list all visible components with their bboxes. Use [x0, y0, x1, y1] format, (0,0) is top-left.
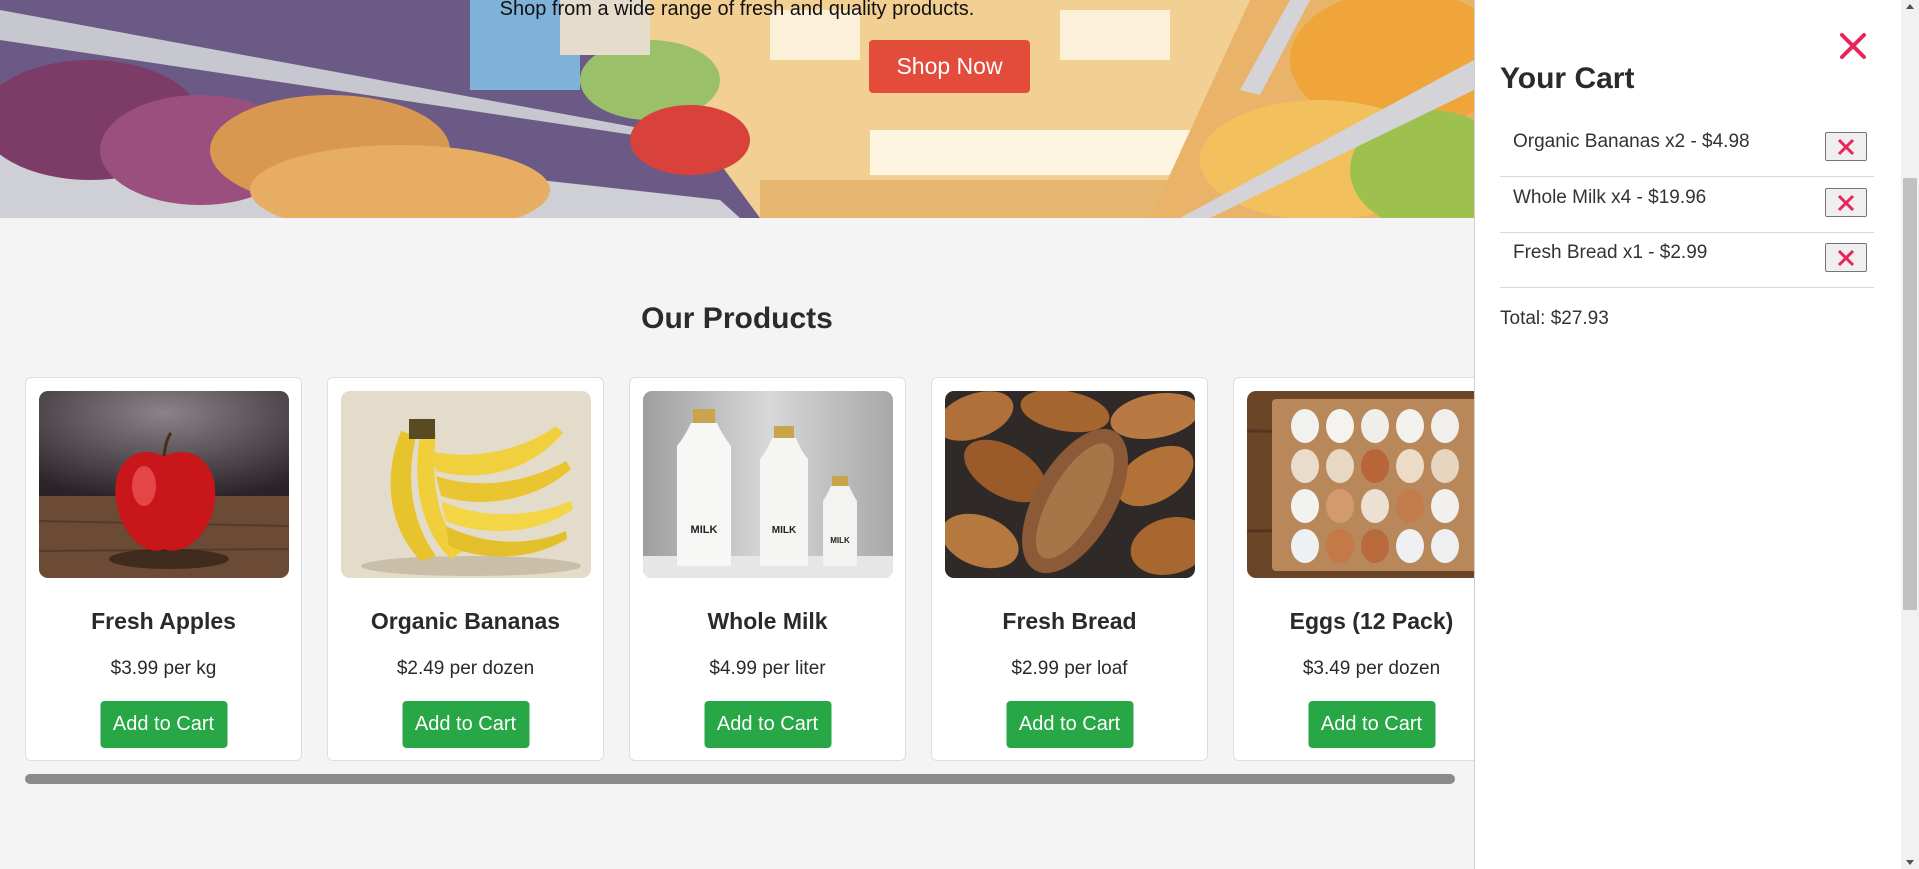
svg-text:MILK: MILK [691, 524, 718, 536]
cart-item: Fresh Bread x1 - $2.99 [1500, 232, 1874, 288]
add-to-cart-button[interactable]: Add to Cart [704, 701, 831, 748]
products-carousel[interactable]: Fresh Apples $3.99 per kg Add to Cart Or… [25, 377, 1474, 761]
hero-subtitle: Shop from a wide range of fresh and qual… [499, 0, 975, 20]
scroll-down-icon[interactable] [1906, 860, 1914, 865]
product-name: Eggs (12 Pack) [1289, 608, 1454, 634]
cart-item: Whole Milk x4 - $19.96 [1500, 177, 1874, 233]
product-name: Fresh Bread [1002, 608, 1137, 634]
product-card: Fresh Bread $2.99 per loaf Add to Cart [931, 377, 1208, 761]
product-price: $3.99 per kg [110, 658, 217, 679]
close-cart-button[interactable] [1833, 26, 1873, 66]
svg-text:MILK: MILK [830, 536, 850, 545]
remove-item-button[interactable] [1825, 188, 1867, 217]
product-price: $2.99 per loaf [1011, 658, 1128, 679]
remove-icon [1837, 249, 1855, 266]
products-section-title: Our Products [641, 302, 833, 335]
cart-title: Your Cart [1500, 62, 1635, 95]
milk-image: MILK MILK MILK [643, 391, 893, 578]
cart-item-label: Fresh Bread x1 - $2.99 [1513, 242, 1708, 263]
product-name: Organic Bananas [370, 608, 561, 634]
scroll-up-icon[interactable] [1906, 4, 1914, 9]
product-card: MILK MILK MILK Whole Milk $4.99 per lite… [629, 377, 906, 761]
add-to-cart-button[interactable]: Add to Cart [100, 701, 227, 748]
product-card: Eggs (12 Pack) $3.49 per dozen Add to Ca… [1233, 377, 1474, 761]
hero-background-image [0, 0, 1474, 218]
page-vertical-scrollbar[interactable] [1901, 0, 1919, 869]
product-name: Whole Milk [707, 608, 828, 634]
cart-item-label: Whole Milk x4 - $19.96 [1513, 187, 1707, 208]
remove-icon [1837, 138, 1855, 155]
add-to-cart-button[interactable]: Add to Cart [1308, 701, 1435, 748]
scrollbar-thumb[interactable] [1903, 178, 1917, 610]
cart-item: Organic Bananas x2 - $4.98 [1500, 121, 1874, 177]
product-price: $3.49 per dozen [1302, 658, 1441, 679]
cart-item-label: Organic Bananas x2 - $4.98 [1513, 131, 1750, 152]
add-to-cart-button[interactable]: Add to Cart [1006, 701, 1133, 748]
cart-sidebar: Your Cart Organic Bananas x2 - $4.98 Who… [1474, 0, 1901, 869]
bread-image [945, 391, 1195, 578]
hero-banner: Shop from a wide range of fresh and qual… [0, 0, 1474, 218]
remove-item-button[interactable] [1825, 243, 1867, 272]
product-card: Fresh Apples $3.99 per kg Add to Cart [25, 377, 302, 761]
remove-icon [1837, 194, 1855, 211]
remove-item-button[interactable] [1825, 132, 1867, 161]
cart-total: Total: $27.93 [1500, 308, 1609, 329]
bananas-image [341, 391, 591, 578]
products-horizontal-scrollbar[interactable] [25, 774, 1455, 784]
product-card: Organic Bananas $2.49 per dozen Add to C… [327, 377, 604, 761]
product-price: $2.49 per dozen [396, 658, 535, 679]
product-price: $4.99 per liter [709, 658, 826, 679]
add-to-cart-button[interactable]: Add to Cart [402, 701, 529, 748]
svg-text:MILK: MILK [772, 525, 797, 536]
close-icon [1840, 33, 1866, 59]
apple-image [39, 391, 289, 578]
product-name: Fresh Apples [91, 608, 236, 634]
eggs-image [1247, 391, 1474, 578]
shop-now-button[interactable]: Shop Now [869, 40, 1030, 93]
